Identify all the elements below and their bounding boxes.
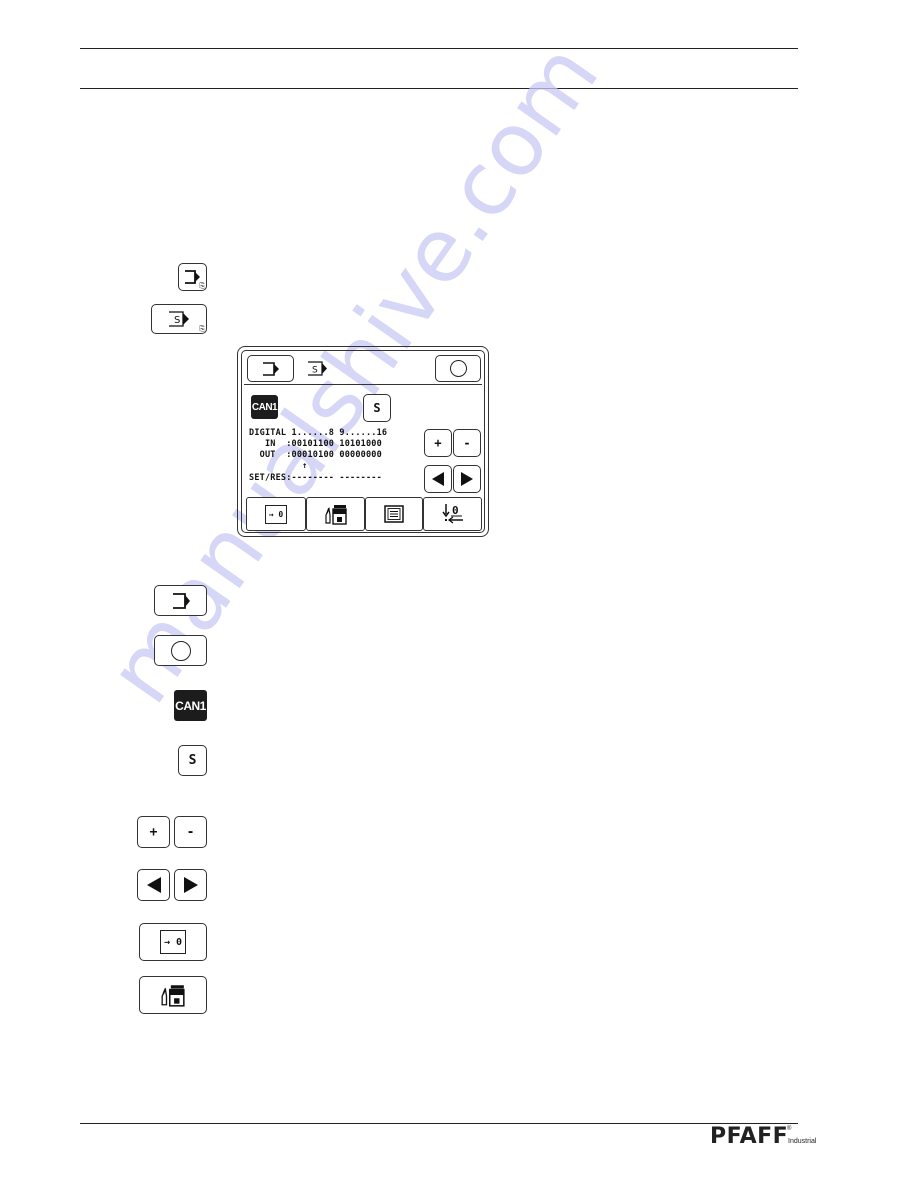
minus-label: - [463,436,471,450]
pfaff-industrial-label: Industrial [788,1138,817,1145]
legend-plus-label: + [149,824,158,840]
triangle-left-icon [432,472,444,486]
circle-icon [170,640,191,661]
arrow-zero-icon: → 0 [265,504,287,524]
plus-button[interactable]: + [424,429,452,457]
minus-button[interactable]: - [453,429,481,457]
legend-can-badge: CAN1 [174,690,207,721]
legend-machine-settings-key [139,976,207,1014]
legend-s-label: S [188,753,197,768]
reset-to-zero-button[interactable]: → 0 [246,497,306,531]
input-mode-key[interactable]: ⎘ [178,263,207,291]
s-bracket-arrow-icon: S [308,361,327,376]
io-in-row: IN :00101100 10101000 [249,439,382,449]
legend-s-key: S [178,745,207,776]
svg-text:S: S [312,366,318,376]
legend-minus-key: - [174,816,207,848]
service-mode-key[interactable]: S ⎘ [151,304,207,334]
pfaff-logo: PFAFF [710,1124,789,1149]
io-out-row: OUT :00010100 00000000 [249,450,382,460]
circle-icon [449,360,467,377]
s-button[interactable]: S [363,394,391,422]
header-rule-bottom [80,88,798,89]
machine-settings-button[interactable] [306,497,365,531]
registered-mark: ® [787,1126,792,1132]
legend-reset-zero-key: → 0 [139,923,207,961]
reset-zero-label: → 0 [268,509,284,519]
legend-mode-key [154,585,207,616]
machine-memory-icon [324,505,347,525]
bracket-arrow-icon [262,361,279,376]
triangle-left-icon [146,877,161,893]
legend-plus-key: + [137,816,170,848]
footer-rule [80,1123,798,1124]
legend-circle-key [154,635,207,666]
service-tab[interactable]: S [306,360,332,378]
plus-label: + [434,436,442,450]
list-icon [384,505,404,523]
legend-reset-zero-label: → 0 [163,936,183,948]
service-label: S [174,315,180,326]
legend-minus-label: - [186,824,195,840]
lock-icon: ⎘ [199,283,205,290]
bracket-arrow-icon [172,592,190,609]
screen-header-divider [244,384,482,385]
machine-memory-icon [161,985,185,1007]
right-arrow-button[interactable] [453,465,481,493]
arrow-zero-icon: → 0 [160,930,186,954]
legend-right-arrow-key [174,869,207,901]
legend-left-arrow-key [137,869,170,901]
triangle-right-icon [461,472,473,486]
can-badge: CAN1 [251,395,278,419]
screen-circle-button[interactable] [435,355,481,382]
left-arrow-button[interactable] [424,465,452,493]
screen-mode-button[interactable] [247,355,294,382]
triangle-right-icon [183,877,198,893]
zero-position-button[interactable]: 0 [423,497,482,531]
s-button-label: S [373,401,381,415]
io-setres-row: SET/RES:-------- -------- [249,473,382,483]
io-cursor: ↑ [249,461,308,471]
s-bracket-arrow-icon: S [169,311,189,327]
lock-icon: ⎘ [199,326,205,333]
down-arrow-zero-icon: 0 [441,504,463,524]
list-view-button[interactable] [365,497,423,531]
io-header: DIGITAL 1......8 9......16 [249,428,388,438]
svg-text:0: 0 [452,504,459,517]
header-rule-top [80,48,798,49]
